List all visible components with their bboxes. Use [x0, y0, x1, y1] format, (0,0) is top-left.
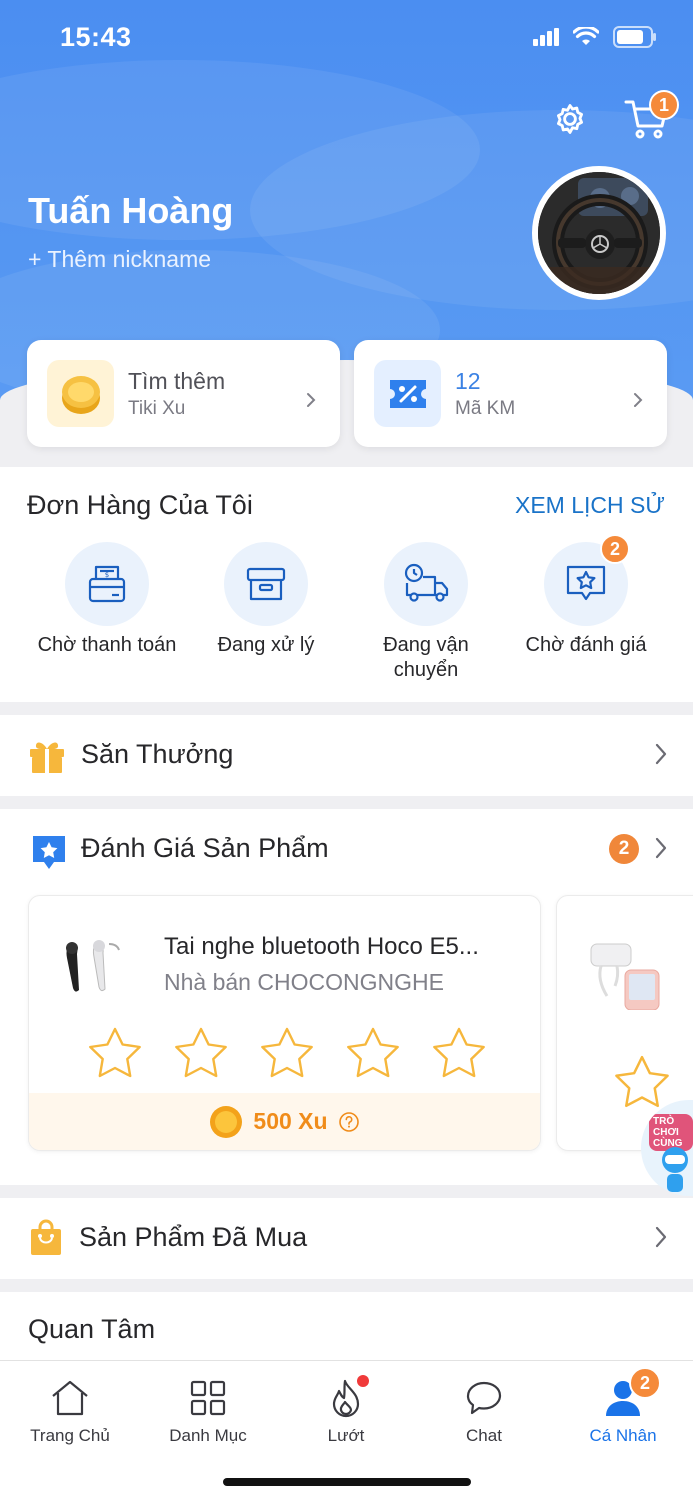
review-reward: 500 Xu	[29, 1093, 540, 1150]
payment-terminal-icon: $	[88, 565, 126, 603]
my-orders-section: Đơn Hàng Của Tôi XEM LỊCH SỬ $ Chờ thanh…	[0, 467, 693, 702]
quick-cards: Tìm thêm Tiki Xu 12 Mã KM	[27, 340, 667, 447]
nav-label: Cá Nhân	[589, 1426, 657, 1445]
star-icon[interactable]	[173, 1026, 229, 1080]
adapter-product-image	[590, 943, 660, 1010]
status-bar: 15:43	[0, 0, 693, 78]
order-status-label: Chờ thanh toán	[37, 634, 177, 656]
avatar[interactable]	[532, 166, 666, 300]
voucher-subtitle: Mã KM	[455, 398, 516, 419]
order-status-shipping[interactable]: Đang vận chuyển	[356, 542, 496, 683]
nav-label: Chat	[466, 1426, 502, 1445]
star-icon[interactable]	[431, 1026, 487, 1080]
box-icon	[246, 567, 286, 601]
nav-home[interactable]: Trang Chủ	[10, 1375, 130, 1446]
interest-title: Quan Tâm	[28, 1314, 156, 1344]
review-count-badge: 2	[609, 834, 639, 864]
user-name: Tuấn Hoàng	[28, 190, 234, 231]
view-history-link[interactable]: XEM LỊCH SỬ	[515, 492, 665, 519]
review-product-seller: Nhà bán CHOCONGNGHE	[164, 969, 444, 995]
order-status-label: Chờ đánh giá	[525, 634, 647, 656]
order-status-awaiting-payment[interactable]: $ Chờ thanh toán	[37, 542, 177, 658]
chevron-right-icon	[634, 393, 643, 407]
tiki-xu-card[interactable]: Tìm thêm Tiki Xu	[27, 340, 340, 447]
cart-button[interactable]: 1	[623, 90, 679, 142]
my-orders-title: Đơn Hàng Của Tôi	[27, 490, 253, 520]
order-status-label: Đang vận chuyển	[383, 634, 469, 681]
review-product-name: Tai nghe bluetooth Hoco E5...	[164, 933, 479, 960]
help-icon[interactable]	[338, 1111, 360, 1133]
chevron-right-icon	[655, 743, 667, 765]
settings-button[interactable]	[547, 96, 593, 142]
signal-icon	[533, 28, 559, 46]
order-status-awaiting-review[interactable]: 2 Chờ đánh giá	[516, 534, 656, 658]
reward-hunt-title: Săn Thưởng	[81, 739, 234, 769]
nav-chat[interactable]: Chat	[424, 1375, 544, 1446]
voucher-card[interactable]: 12 Mã KM	[354, 340, 667, 447]
wifi-icon	[573, 27, 599, 45]
notification-dot	[357, 1375, 369, 1387]
product-review-section: Đánh Giá Sản Phẩm 2 Tai nghe bluetooth H…	[0, 809, 693, 1185]
earphone-product-image	[66, 940, 120, 992]
nav-profile[interactable]: 2 Cá Nhân	[563, 1367, 683, 1446]
robot-mascot-icon	[662, 1147, 688, 1192]
chevron-right-icon[interactable]	[655, 837, 667, 859]
coin-icon	[210, 1105, 243, 1138]
nav-browse[interactable]: Lướt	[286, 1375, 406, 1446]
reward-amount: 500 Xu	[253, 1108, 328, 1134]
purchased-products-title: Sản Phẩm Đã Mua	[79, 1222, 308, 1252]
product-review-title: Đánh Giá Sản Phẩm	[81, 833, 329, 863]
voucher-icon	[374, 360, 441, 427]
chevron-right-icon	[655, 1226, 667, 1248]
status-time: 15:43	[60, 22, 132, 52]
star-chat-icon	[566, 565, 606, 601]
order-status-processing[interactable]: Đang xử lý	[196, 542, 336, 658]
delivery-truck-icon	[404, 563, 449, 602]
header-actions: 1	[547, 90, 679, 142]
home-indicator	[223, 1478, 471, 1486]
tiki-xu-title: Tìm thêm	[128, 368, 226, 394]
cart-count-badge: 1	[649, 90, 679, 120]
add-nickname-link[interactable]: + Thêm nickname	[28, 246, 211, 273]
star-badge-icon	[33, 836, 65, 869]
shopping-bag-icon	[31, 1219, 61, 1255]
status-icons	[533, 26, 657, 48]
star-icon[interactable]	[259, 1026, 315, 1080]
star-rating[interactable]	[87, 1026, 487, 1080]
tiki-xu-subtitle: Tiki Xu	[128, 398, 186, 419]
home-icon	[52, 1380, 88, 1416]
star-icon[interactable]	[87, 1026, 143, 1080]
coin-icon	[47, 360, 114, 427]
star-icon[interactable]	[345, 1026, 401, 1080]
chevron-right-icon	[307, 393, 316, 407]
chat-bubble-icon	[466, 1381, 502, 1415]
gift-icon	[30, 742, 64, 773]
svg-text:$: $	[105, 571, 109, 579]
nav-categories[interactable]: Danh Mục	[148, 1375, 268, 1446]
purchased-products-row[interactable]: Sản Phẩm Đã Mua	[0, 1198, 693, 1279]
awaiting-review-badge: 2	[600, 534, 630, 564]
nav-label: Trang Chủ	[30, 1426, 110, 1445]
grid-icon	[190, 1380, 226, 1416]
steering-wheel-photo	[538, 172, 660, 294]
profile-notification-badge: 2	[629, 1367, 661, 1399]
order-status-label: Đang xử lý	[217, 634, 315, 656]
gear-icon	[557, 104, 583, 134]
battery-icon	[613, 26, 656, 48]
review-product-card[interactable]: Tai nghe bluetooth Hoco E5... Nhà bán CH…	[28, 895, 541, 1151]
nav-label: Lướt	[327, 1426, 365, 1445]
reward-hunt-row[interactable]: Săn Thưởng	[0, 715, 693, 796]
voucher-count: 12	[455, 368, 481, 394]
star-icon[interactable]	[613, 1054, 671, 1110]
nav-label: Danh Mục	[169, 1426, 247, 1445]
